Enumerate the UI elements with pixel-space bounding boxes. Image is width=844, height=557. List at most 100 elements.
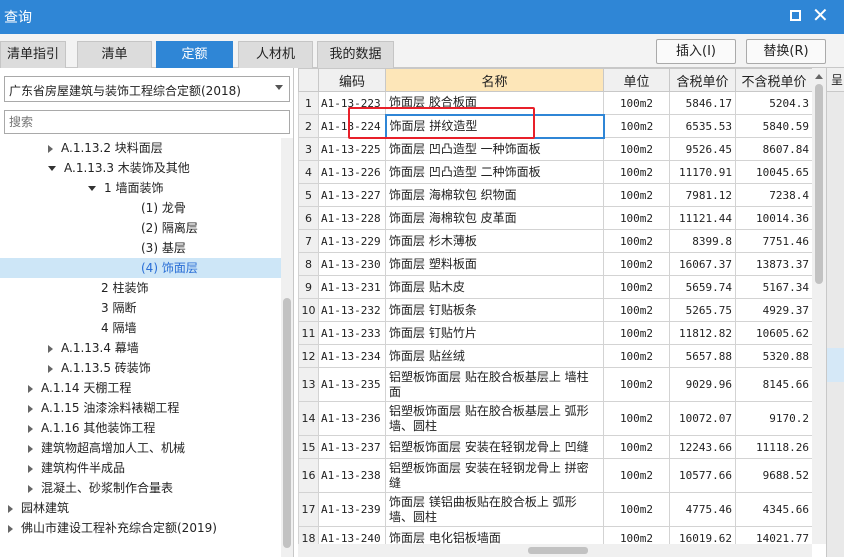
code-cell[interactable]: A1-13-224: [318, 114, 386, 138]
code-cell[interactable]: A1-13-237: [318, 435, 386, 459]
tree-scrollbar[interactable]: [281, 138, 293, 557]
tax-price-cell[interactable]: 4775.46: [669, 492, 736, 527]
tree-item[interactable]: 1 墙面装饰: [0, 178, 281, 198]
notax-price-cell[interactable]: 4345.66: [735, 492, 812, 527]
notax-price-cell[interactable]: 8607.84: [735, 137, 812, 161]
tab-my-data[interactable]: 我的数据: [317, 41, 394, 68]
unit-cell[interactable]: 100m2: [603, 160, 670, 184]
maximize-icon[interactable]: [790, 10, 801, 21]
name-cell[interactable]: 饰面层 塑料板面: [385, 252, 604, 276]
expand-arrow-icon[interactable]: [8, 504, 13, 513]
table-row[interactable]: 18 A1-13-240 饰面层 电化铝板墙面 100m2 16019.62 14021.…: [298, 526, 812, 544]
tree-item[interactable]: 混凝土、砂浆制作合量表: [0, 478, 281, 498]
notax-price-cell[interactable]: 5167.34: [735, 275, 812, 299]
tax-price-cell[interactable]: 9029.96: [669, 367, 736, 402]
notax-price-cell[interactable]: 13873.37: [735, 252, 812, 276]
row-index-cell[interactable]: 18: [298, 526, 319, 544]
expand-arrow-icon[interactable]: [28, 444, 33, 453]
tax-price-cell[interactable]: 11121.44: [669, 206, 736, 230]
tax-price-cell[interactable]: 5265.75: [669, 298, 736, 322]
tax-price-cell[interactable]: 12243.66: [669, 435, 736, 459]
unit-cell[interactable]: 100m2: [603, 321, 670, 345]
close-icon[interactable]: ✕: [812, 3, 829, 27]
grid-hscroll-thumb[interactable]: [528, 547, 588, 554]
unit-cell[interactable]: 100m2: [603, 229, 670, 253]
notax-price-cell[interactable]: 8145.66: [735, 367, 812, 402]
notax-price-cell[interactable]: 10045.65: [735, 160, 812, 184]
tree-item[interactable]: A.1.13.2 块料面层: [0, 138, 281, 158]
expand-arrow-icon[interactable]: [48, 344, 53, 353]
name-cell[interactable]: 铝塑板饰面层 安装在轻钢龙骨上 拼密缝: [385, 458, 604, 493]
table-row[interactable]: 13 A1-13-235 铝塑板饰面层 贴在胶合板基层上 墙柱面 100m2 9029.…: [298, 367, 812, 402]
unit-cell[interactable]: 100m2: [603, 367, 670, 402]
expand-arrow-icon[interactable]: [28, 424, 33, 433]
row-index-cell[interactable]: 2: [298, 114, 319, 138]
row-index-cell[interactable]: 4: [298, 160, 319, 184]
replace-button[interactable]: 替换(R): [746, 39, 826, 64]
row-index-cell[interactable]: 17: [298, 492, 319, 527]
tax-price-cell[interactable]: 5657.88: [669, 344, 736, 368]
tree-item[interactable]: A.1.15 油漆涂料裱糊工程: [0, 398, 281, 418]
tax-price-cell[interactable]: 5659.74: [669, 275, 736, 299]
unit-cell[interactable]: 100m2: [603, 344, 670, 368]
code-cell[interactable]: A1-13-239: [318, 492, 386, 527]
unit-cell[interactable]: 100m2: [603, 252, 670, 276]
tab-bill-guide[interactable]: 清单指引: [0, 41, 66, 68]
search-input[interactable]: [5, 111, 275, 133]
col-unit-header[interactable]: 单位: [603, 68, 670, 92]
expand-arrow-icon[interactable]: [28, 384, 33, 393]
tree-item[interactable]: (1) 龙骨: [0, 198, 281, 218]
tree-item[interactable]: A.1.13.3 木装饰及其他: [0, 158, 281, 178]
notax-price-cell[interactable]: 7751.46: [735, 229, 812, 253]
notax-price-cell[interactable]: 9688.52: [735, 458, 812, 493]
notax-price-cell[interactable]: 14021.77: [735, 526, 812, 544]
tree-item[interactable]: 佛山市建设工程补充综合定额(2019): [0, 518, 281, 538]
name-cell[interactable]: 饰面层 钉贴板条: [385, 298, 604, 322]
code-cell[interactable]: A1-13-225: [318, 137, 386, 161]
row-index-cell[interactable]: 3: [298, 137, 319, 161]
code-cell[interactable]: A1-13-231: [318, 275, 386, 299]
tree-item[interactable]: A.1.14 天棚工程: [0, 378, 281, 398]
name-cell[interactable]: 铝塑板饰面层 安装在轻钢龙骨上 凹缝: [385, 435, 604, 459]
unit-cell[interactable]: 100m2: [603, 526, 670, 544]
expand-arrow-icon[interactable]: [28, 404, 33, 413]
expand-arrow-icon[interactable]: [28, 464, 33, 473]
notax-price-cell[interactable]: 10605.62: [735, 321, 812, 345]
tree-scrollbar-thumb[interactable]: [283, 298, 291, 548]
col-notax-price-header[interactable]: 不含税单价: [735, 68, 812, 92]
code-cell[interactable]: A1-13-235: [318, 367, 386, 402]
name-cell[interactable]: 饰面层 电化铝板墙面: [385, 526, 604, 544]
tree-item[interactable]: 2 柱装饰: [0, 278, 281, 298]
tree-item[interactable]: 建筑构件半成品: [0, 458, 281, 478]
tax-price-cell[interactable]: 11812.82: [669, 321, 736, 345]
tab-labor-material[interactable]: 人材机: [238, 41, 313, 68]
tax-price-cell[interactable]: 10577.66: [669, 458, 736, 493]
code-cell[interactable]: A1-13-233: [318, 321, 386, 345]
name-cell[interactable]: 饰面层 凹凸造型 二种饰面板: [385, 160, 604, 184]
code-cell[interactable]: A1-13-230: [318, 252, 386, 276]
expand-arrow-icon[interactable]: [48, 364, 53, 373]
row-index-cell[interactable]: 15: [298, 435, 319, 459]
name-cell[interactable]: 饰面层 胶合板面: [385, 91, 604, 115]
notax-price-cell[interactable]: 5840.59: [735, 114, 812, 138]
table-row[interactable]: 9 A1-13-231 饰面层 贴木皮 100m2 5659.74 5167.34: [298, 275, 812, 299]
grid-horizontal-scrollbar[interactable]: [298, 544, 812, 557]
unit-cell[interactable]: 100m2: [603, 458, 670, 493]
notax-price-cell[interactable]: 9170.2: [735, 401, 812, 436]
unit-cell[interactable]: 100m2: [603, 298, 670, 322]
table-row[interactable]: 2 A1-13-224 饰面层 拼纹造型 100m2 6535.53 5840.59: [298, 113, 812, 139]
tax-price-cell[interactable]: 9526.45: [669, 137, 736, 161]
name-cell[interactable]: 饰面层 拼纹造型: [384, 113, 605, 139]
row-index-cell[interactable]: 13: [298, 367, 319, 402]
tree-item[interactable]: 建筑物超高增加人工、机械: [0, 438, 281, 458]
grid-scrollbar-thumb[interactable]: [815, 84, 823, 284]
unit-cell[interactable]: 100m2: [603, 492, 670, 527]
row-index-cell[interactable]: 11: [298, 321, 319, 345]
collapse-arrow-icon[interactable]: [48, 166, 56, 171]
table-row[interactable]: 1 A1-13-223 饰面层 胶合板面 100m2 5846.17 5204.3: [298, 91, 812, 115]
scroll-up-icon[interactable]: [815, 74, 823, 79]
tree-item[interactable]: (4) 饰面层: [0, 258, 281, 278]
tree-item[interactable]: 4 隔墙: [0, 318, 281, 338]
table-row[interactable]: 8 A1-13-230 饰面层 塑料板面 100m2 16067.37 13873.37: [298, 252, 812, 276]
name-cell[interactable]: 饰面层 海棉软包 织物面: [385, 183, 604, 207]
